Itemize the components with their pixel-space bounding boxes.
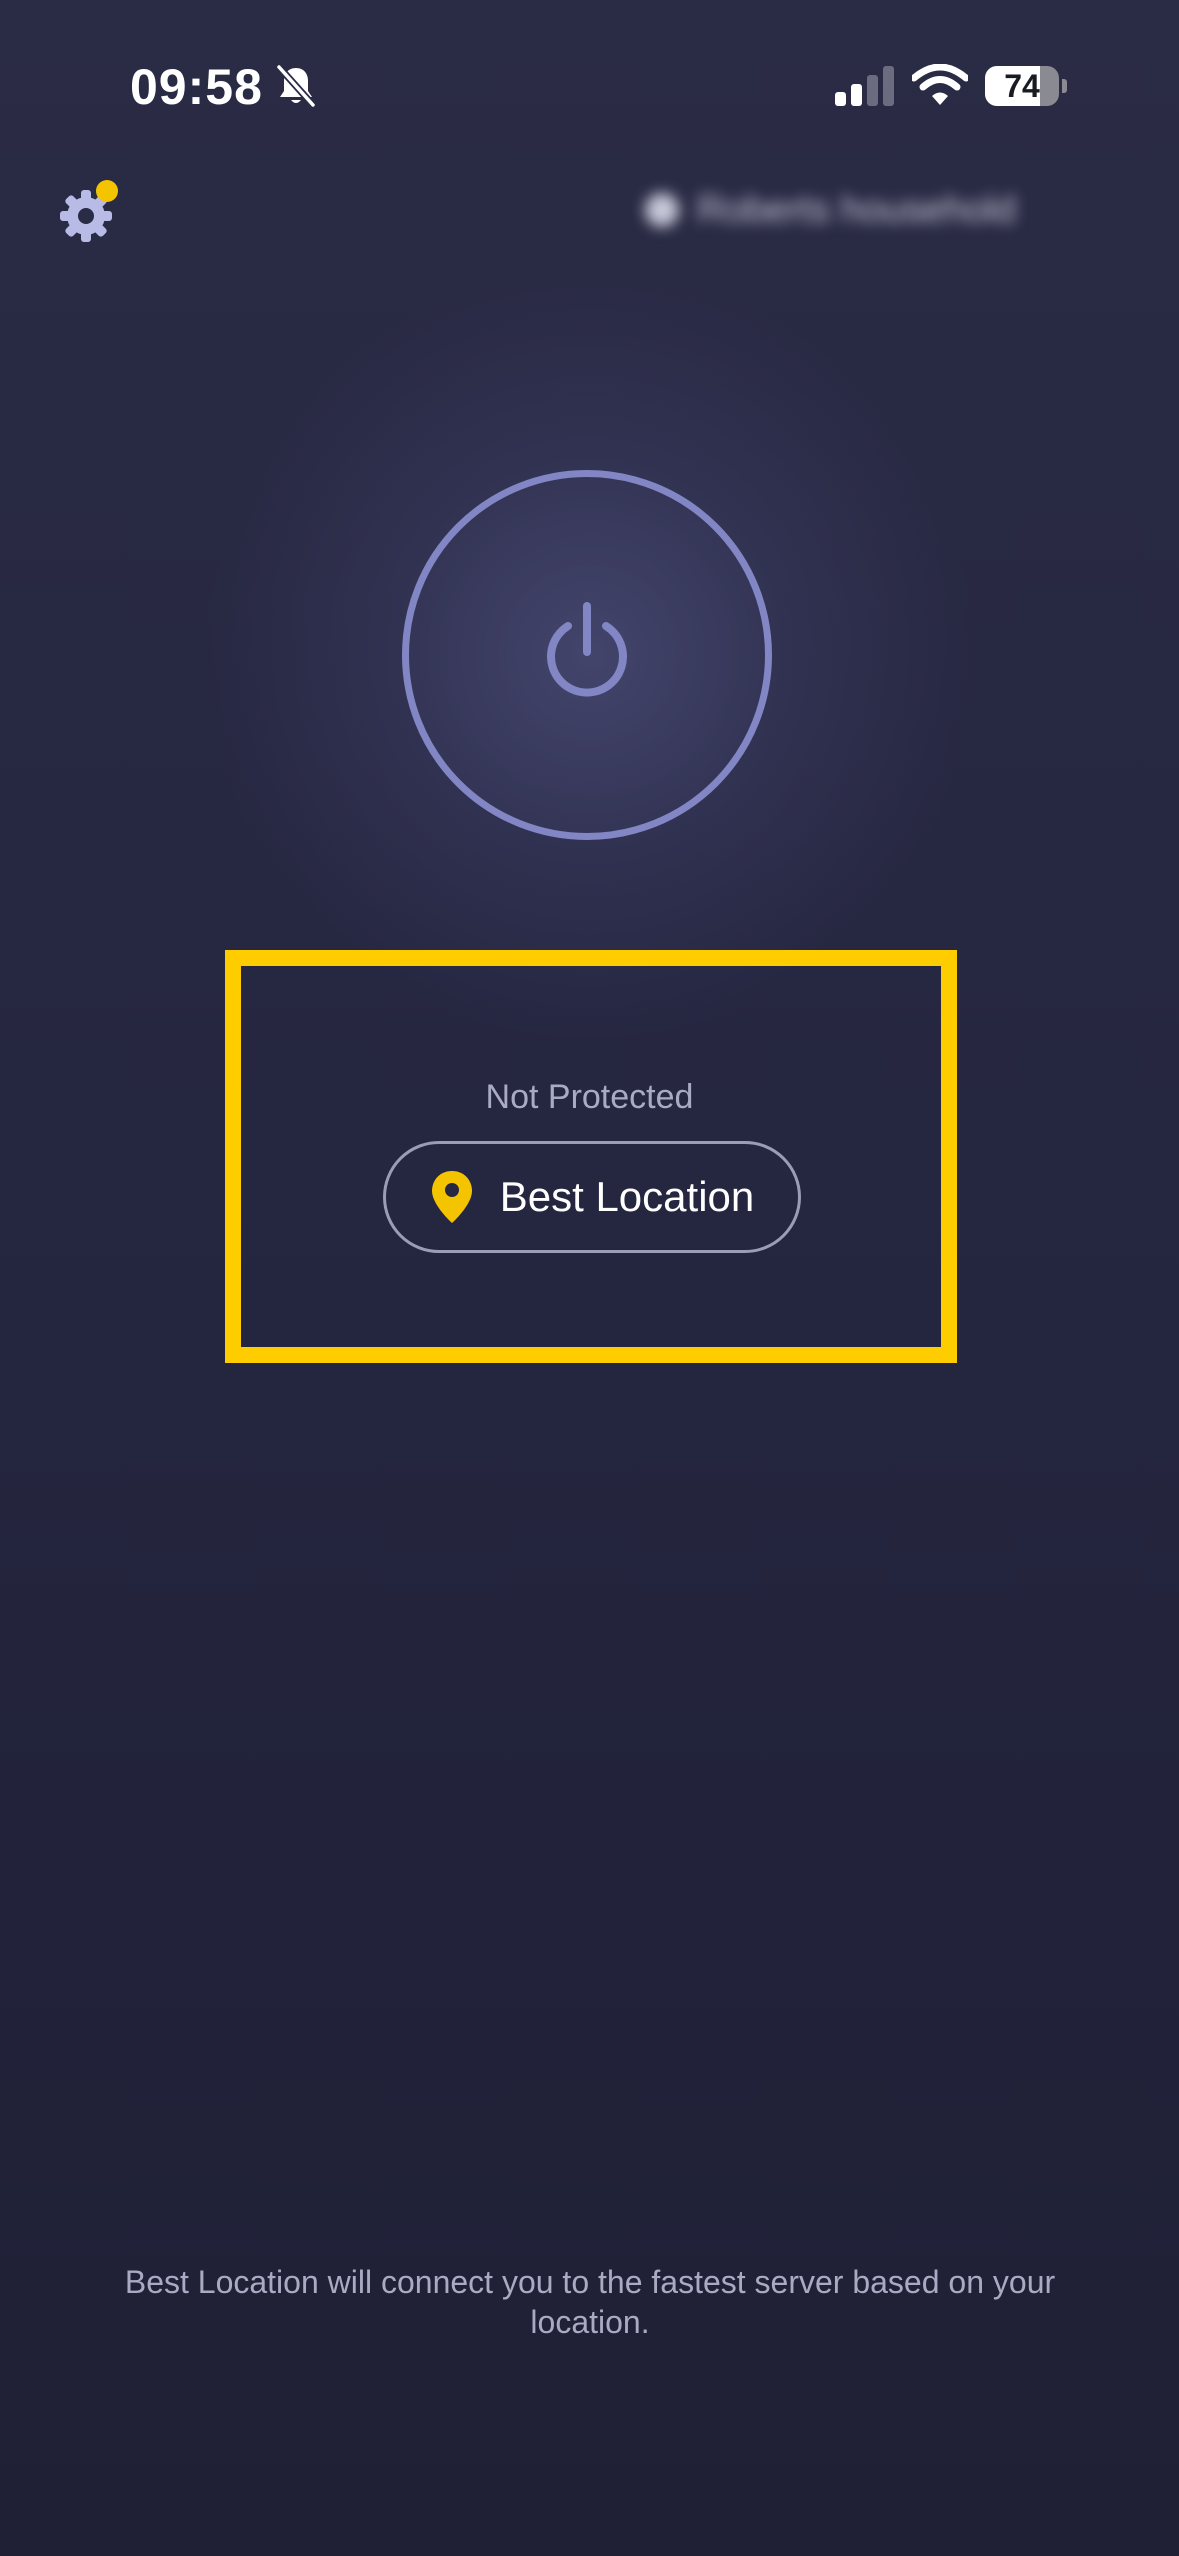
user-icon bbox=[645, 193, 679, 227]
battery-icon: 74 bbox=[985, 66, 1067, 106]
footer-note: Best Location will connect you to the fa… bbox=[124, 2264, 1056, 2340]
status-bar: 09:58 74 bbox=[0, 0, 1179, 170]
account-button[interactable]: Roberts household bbox=[645, 183, 1095, 237]
map-pin-icon bbox=[431, 1171, 472, 1223]
location-label: Best Location bbox=[499, 1173, 755, 1220]
settings-button[interactable] bbox=[52, 176, 122, 246]
battery-body: 74 bbox=[985, 66, 1059, 106]
account-label: Roberts household bbox=[697, 188, 1016, 231]
power-icon bbox=[547, 602, 627, 697]
wifi-icon bbox=[912, 64, 968, 105]
signal-icon bbox=[835, 66, 894, 106]
bell-off-icon bbox=[275, 64, 317, 108]
status-time: 09:58 bbox=[130, 59, 263, 115]
connection-status: Not Protected bbox=[485, 1078, 694, 1116]
battery-level: 74 bbox=[1004, 68, 1040, 104]
location-button[interactable]: Best Location bbox=[383, 1141, 801, 1253]
notification-dot bbox=[96, 180, 118, 202]
battery-cap bbox=[1062, 79, 1067, 93]
power-button[interactable] bbox=[402, 470, 772, 840]
